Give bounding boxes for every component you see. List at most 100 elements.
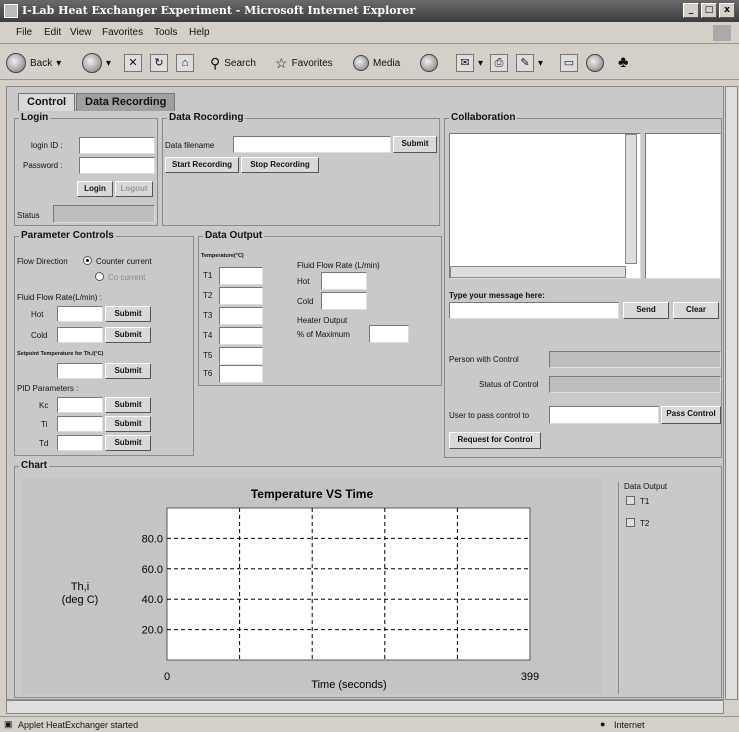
t1-label: T1 bbox=[203, 271, 213, 280]
person-with-control-label: Person with Control bbox=[449, 355, 519, 364]
pass-control-label: User to pass control to bbox=[449, 411, 530, 420]
legend-t1-label: T1 bbox=[640, 497, 650, 506]
request-control-button[interactable]: Request for Control bbox=[449, 432, 541, 449]
setpoint-input[interactable] bbox=[57, 363, 103, 379]
back-label: Back bbox=[30, 57, 53, 69]
search-label: Search bbox=[224, 57, 256, 69]
media-icon bbox=[353, 55, 369, 71]
tab-data-recording[interactable]: Data Recording bbox=[76, 93, 176, 111]
password-input[interactable] bbox=[79, 157, 155, 174]
heater-output-label: Heater Output bbox=[297, 316, 348, 325]
send-button[interactable]: Send bbox=[623, 302, 669, 319]
logout-button[interactable]: Logout bbox=[115, 181, 153, 197]
minimize-button[interactable]: _ bbox=[683, 3, 699, 18]
t1-output bbox=[219, 267, 263, 285]
y-tick-label: 60.0 bbox=[142, 564, 163, 576]
menu-view[interactable]: View bbox=[70, 27, 92, 38]
history-icon[interactable] bbox=[420, 54, 438, 72]
title-bar: I-Lab Heat Exchanger Experiment - Micros… bbox=[0, 0, 739, 22]
stop-icon[interactable]: ✕ bbox=[124, 54, 142, 72]
forward-button[interactable]: ▾ bbox=[82, 52, 111, 74]
legend-t2-checkbox[interactable] bbox=[626, 518, 635, 527]
edit-icon[interactable]: ✎ bbox=[516, 54, 534, 72]
menu-help[interactable]: Help bbox=[189, 27, 210, 38]
chat-log-scrollbar[interactable] bbox=[625, 134, 637, 264]
user-list-area[interactable] bbox=[645, 133, 721, 279]
cold-flow-input[interactable] bbox=[57, 327, 103, 343]
mail-dropdown-icon: ▾ bbox=[478, 57, 484, 69]
refresh-icon[interactable]: ↻ bbox=[150, 54, 168, 72]
td-label: Td bbox=[39, 439, 49, 448]
page-vertical-scrollbar[interactable] bbox=[725, 86, 738, 700]
menu-edit[interactable]: Edit bbox=[44, 27, 61, 38]
close-button[interactable]: x bbox=[719, 3, 735, 18]
hot-flow-input[interactable] bbox=[57, 306, 103, 322]
page-horizontal-scrollbar[interactable] bbox=[6, 700, 724, 714]
clear-button[interactable]: Clear bbox=[673, 302, 719, 319]
co-current-radio[interactable] bbox=[95, 272, 104, 281]
setpoint-submit-button[interactable]: Submit bbox=[105, 363, 151, 379]
internet-zone-label: Internet bbox=[614, 720, 645, 730]
collaboration-group: Collaboration Type your message here: Se… bbox=[444, 112, 722, 458]
ie-icon bbox=[4, 4, 18, 18]
data-filename-input[interactable] bbox=[233, 136, 391, 153]
menu-favorites[interactable]: Favorites bbox=[102, 27, 143, 38]
x-axis-label: Time (seconds) bbox=[311, 679, 386, 691]
fluid-flow-rate-header: Fluid Flow Rate (L/min) bbox=[297, 261, 380, 270]
chat-log-hscrollbar[interactable] bbox=[450, 266, 626, 278]
kc-input[interactable] bbox=[57, 397, 103, 413]
data-filename-label: Data filename bbox=[165, 141, 215, 150]
co-current-label: Co current bbox=[108, 273, 146, 282]
back-button[interactable]: Back ▾ bbox=[6, 52, 61, 74]
stop-recording-button[interactable]: Stop Recording bbox=[241, 157, 319, 173]
back-arrow-icon bbox=[6, 53, 26, 73]
status-text: Applet HeatExchanger started bbox=[18, 720, 139, 730]
chat-log-area[interactable] bbox=[449, 133, 641, 279]
toolbar: Back ▾ ▾ ✕ ↻ ⌂ ⚲ Search ☆ Favorites Medi… bbox=[0, 44, 739, 80]
start-recording-button[interactable]: Start Recording bbox=[165, 157, 239, 173]
login-group: Login login ID : Password : Login Logout… bbox=[14, 112, 158, 226]
td-input[interactable] bbox=[57, 435, 103, 451]
mail-icon[interactable]: ✉ bbox=[456, 54, 474, 72]
tab-control[interactable]: Control bbox=[18, 93, 76, 111]
discuss-icon[interactable]: ▭ bbox=[560, 54, 578, 72]
kc-submit-button[interactable]: Submit bbox=[105, 397, 151, 413]
counter-current-radio[interactable] bbox=[83, 256, 92, 265]
message-input[interactable] bbox=[449, 302, 619, 319]
td-submit-button[interactable]: Submit bbox=[105, 435, 151, 451]
maximize-button[interactable]: □ bbox=[701, 3, 717, 18]
media-label: Media bbox=[373, 57, 401, 69]
t6-label: T6 bbox=[203, 369, 213, 378]
temperature-chart: Temperature VS Time 20.0 40.0 60.0 80.0 0 399… bbox=[22, 478, 602, 694]
internet-zone-icon: ● bbox=[600, 719, 606, 729]
home-icon[interactable]: ⌂ bbox=[176, 54, 194, 72]
data-output-title: Data Output bbox=[203, 230, 265, 241]
favorites-button[interactable]: ☆ Favorites bbox=[275, 52, 333, 74]
data-recording-title: Data Rocording bbox=[167, 112, 246, 123]
hot-flow-submit-button[interactable]: Submit bbox=[105, 306, 151, 322]
search-button[interactable]: ⚲ Search bbox=[210, 52, 256, 74]
person-with-control-field bbox=[549, 351, 721, 368]
print-icon[interactable]: ⎙ bbox=[490, 54, 508, 72]
people-icon[interactable]: ♣ bbox=[618, 54, 629, 72]
pid-parameters-label: PID Parameters : bbox=[17, 384, 79, 393]
ti-submit-button[interactable]: Submit bbox=[105, 416, 151, 432]
login-id-input[interactable] bbox=[79, 137, 155, 154]
pass-control-input[interactable] bbox=[549, 406, 659, 424]
cold-flow-submit-button[interactable]: Submit bbox=[105, 327, 151, 343]
pass-control-button[interactable]: Pass Control bbox=[661, 406, 721, 424]
ti-input[interactable] bbox=[57, 416, 103, 432]
login-button[interactable]: Login bbox=[77, 181, 113, 197]
hot-label: Hot bbox=[31, 310, 44, 319]
menu-tools[interactable]: Tools bbox=[154, 27, 177, 38]
setpoint-label: Setpoint Temperature for Th,i(°C) bbox=[17, 351, 104, 357]
data-recording-group: Data Rocording Data filename Submit Star… bbox=[162, 112, 440, 226]
menu-file[interactable]: File bbox=[16, 27, 32, 38]
media-button[interactable]: Media bbox=[353, 52, 400, 74]
filename-submit-button[interactable]: Submit bbox=[393, 136, 437, 153]
legend-t1-checkbox[interactable] bbox=[626, 496, 635, 505]
output-hot-label: Hot bbox=[297, 277, 310, 286]
y-tick-label: 80.0 bbox=[142, 533, 163, 545]
parameter-controls-title: Parameter Controls bbox=[19, 230, 116, 241]
messenger-icon[interactable] bbox=[586, 54, 604, 72]
